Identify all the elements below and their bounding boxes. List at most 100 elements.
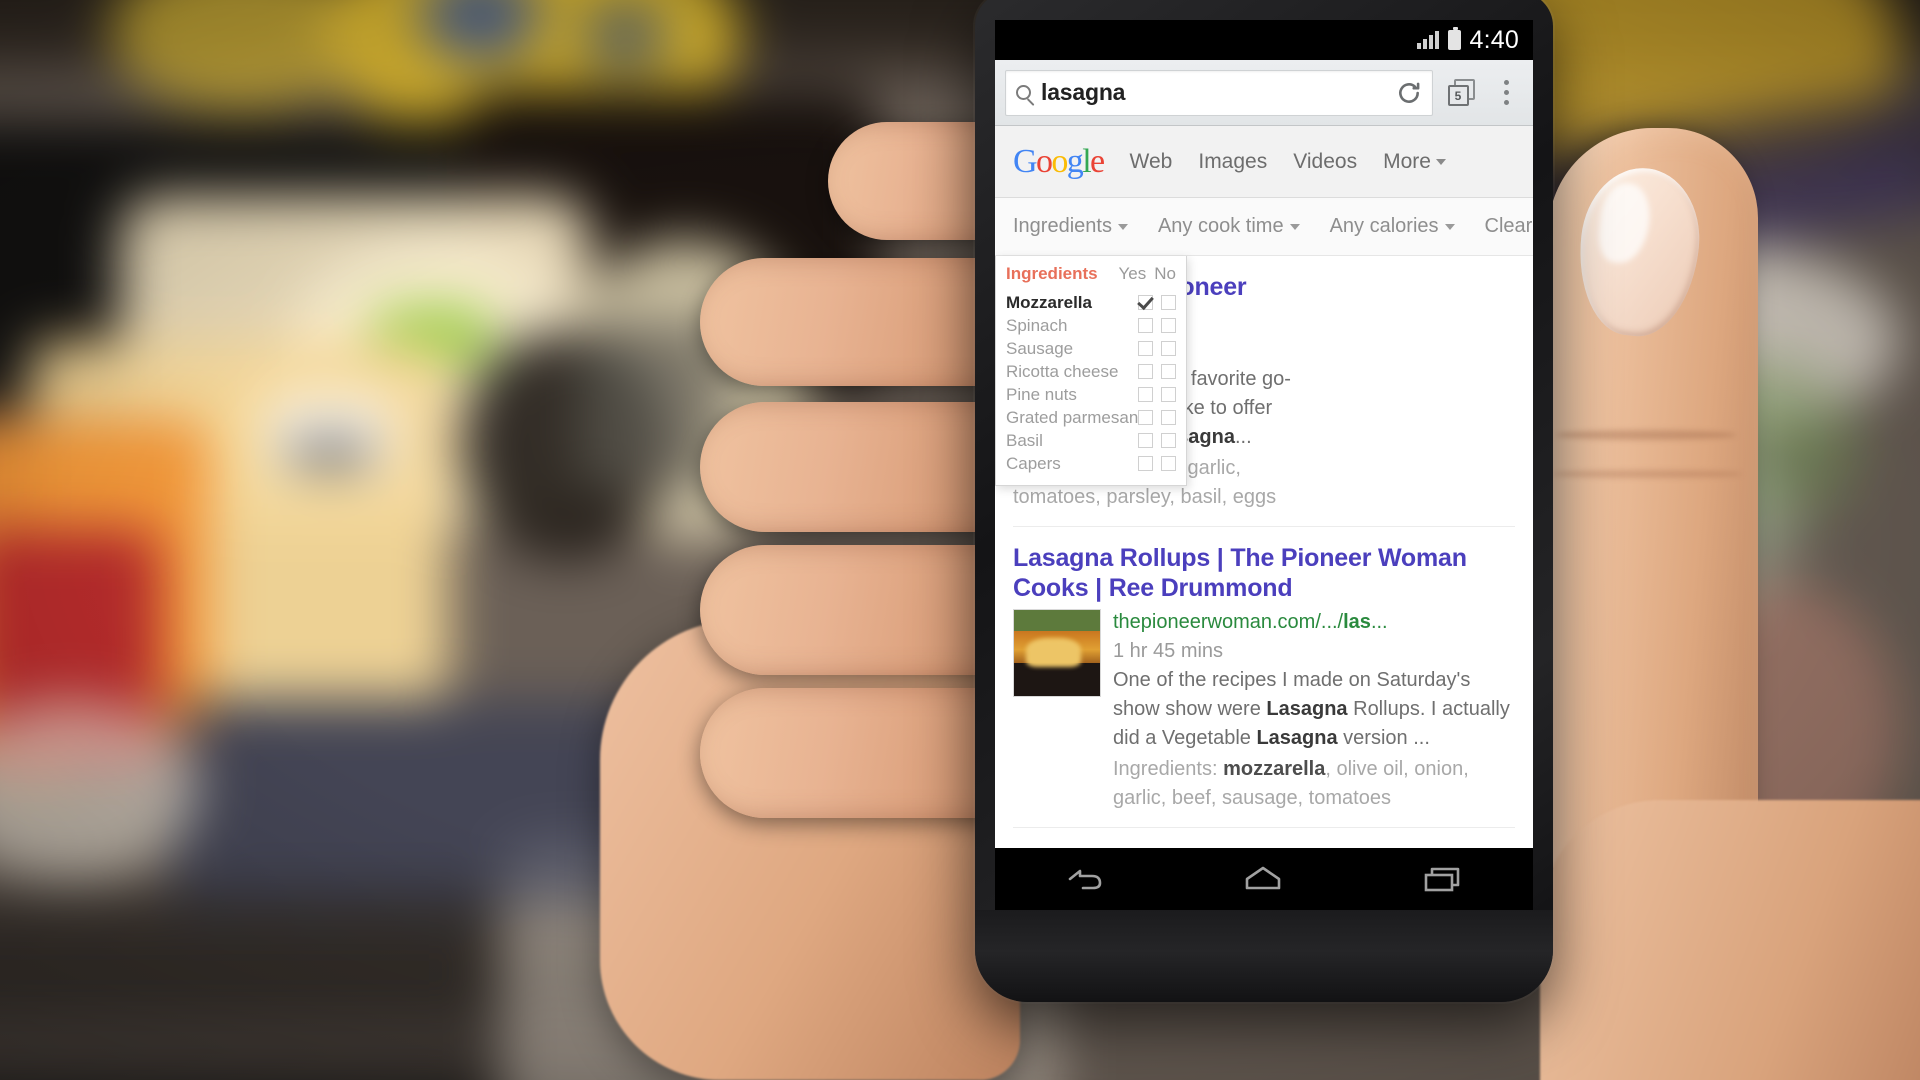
ingredients-dropdown-panel[interactable]: Ingredients Yes No Mozzarella Spinach Sa… — [995, 256, 1187, 486]
bg-blob — [580, 0, 670, 70]
checkbox-yes[interactable] — [1138, 433, 1153, 448]
thumb-crease — [1552, 470, 1742, 478]
checkbox-no[interactable] — [1161, 410, 1177, 425]
search-icon — [1016, 85, 1031, 100]
tab-more[interactable]: More — [1383, 150, 1446, 174]
recent-apps-icon[interactable] — [1420, 862, 1466, 896]
checkbox-no[interactable] — [1161, 456, 1176, 471]
phone-screen: 4:40 lasagna 5 Google Web Images Videos … — [995, 20, 1533, 910]
snippet-text: version ... — [1337, 727, 1430, 749]
ingredient-checkboxes — [1138, 341, 1176, 356]
tab-switcher-button[interactable]: 5 — [1441, 73, 1481, 113]
chevron-down-icon — [1289, 223, 1300, 230]
checkbox-no[interactable] — [1161, 387, 1176, 402]
ingredients-panel-header: Ingredients Yes No — [1006, 264, 1176, 284]
ingredients-text: , olive oil, onion, — [1325, 758, 1469, 780]
search-results-list: Ingredients Yes No Mozzarella Spinach Sa… — [995, 256, 1533, 828]
ingredient-row[interactable]: Spinach — [1006, 314, 1176, 337]
ingredient-row[interactable]: Pine nuts — [1006, 383, 1176, 406]
ingredient-checkboxes — [1138, 456, 1176, 471]
checkbox-yes[interactable] — [1138, 456, 1153, 471]
filter-calories[interactable]: Any calories — [1330, 215, 1455, 238]
ingredient-checkboxes — [1138, 295, 1176, 310]
result-ingredients: Ingredients: mozzarella, olive oil, onio… — [1113, 755, 1515, 813]
filter-calories-label: Any calories — [1329, 215, 1439, 237]
ingredient-row[interactable]: Capers — [1006, 452, 1176, 475]
browser-toolbar: lasagna 5 — [995, 60, 1533, 126]
status-bar-clock: 4:40 — [1469, 25, 1519, 54]
checkbox-yes[interactable] — [1138, 364, 1153, 379]
tab-images[interactable]: Images — [1198, 150, 1267, 174]
result-title[interactable]: Lasagna Rollups | The Pioneer Woman Cook… — [1013, 543, 1515, 603]
home-icon[interactable] — [1240, 862, 1286, 896]
ingredients-text: Ingredients: — [1113, 758, 1224, 780]
tab-count: 5 — [1454, 88, 1462, 103]
result-url-highlight: las — [1343, 611, 1371, 633]
ingredient-row[interactable]: Grated parmesan — [1006, 406, 1177, 429]
ingredient-checkboxes — [1138, 387, 1176, 402]
ingredients-column-headers: Yes No — [1119, 264, 1176, 284]
ingredient-name: Ricotta cheese — [1006, 361, 1119, 381]
reload-icon[interactable] — [1396, 80, 1422, 106]
omnibox[interactable]: lasagna — [1005, 69, 1433, 116]
ingredient-row[interactable]: Basil — [1006, 429, 1176, 452]
ingredient-checkboxes — [1138, 318, 1176, 333]
palm-right — [1540, 800, 1920, 1080]
ingredient-row[interactable]: Sausage — [1006, 337, 1176, 360]
ingredient-row[interactable]: Ricotta cheese — [1006, 360, 1176, 383]
checkbox-yes[interactable] — [1138, 341, 1153, 356]
checkbox-no[interactable] — [1161, 295, 1176, 310]
checkbox-no[interactable] — [1161, 433, 1176, 448]
snippet-highlight: Lasagna — [1256, 727, 1338, 749]
ingredient-name: Basil — [1006, 430, 1043, 450]
smartphone-device: 4:40 lasagna 5 Google Web Images Videos … — [975, 0, 1553, 1002]
checkbox-yes[interactable] — [1138, 318, 1153, 333]
ingredients-highlight: mozzarella — [1223, 758, 1326, 780]
chevron-down-icon — [1444, 223, 1455, 230]
result-url[interactable]: thepioneerwoman.com/.../las... — [1113, 609, 1515, 636]
recipe-filter-bar: Ingredients Any cook time Any calories C… — [995, 198, 1533, 256]
filter-clear[interactable]: Clear — [1485, 215, 1533, 238]
col-yes-label: Yes — [1118, 264, 1147, 283]
col-no-label: No — [1154, 264, 1176, 283]
overflow-menu-icon[interactable] — [1489, 71, 1523, 115]
result-url-text: thepioneerwoman.com/.../ — [1113, 611, 1344, 633]
phone-chin — [975, 910, 1553, 1002]
ingredient-name: Capers — [1006, 453, 1061, 473]
checkbox-no[interactable] — [1161, 341, 1176, 356]
ingredients-line: garlic, beef, sausage, tomatoes — [1113, 787, 1391, 809]
scene: 4:40 lasagna 5 Google Web Images Videos … — [0, 0, 1920, 1080]
back-arrow-icon[interactable] — [1062, 862, 1106, 896]
checkbox-yes[interactable] — [1138, 410, 1154, 425]
checkbox-no[interactable] — [1161, 364, 1176, 379]
ingredient-name: Pine nuts — [1006, 384, 1077, 404]
tabs-icon: 5 — [1447, 79, 1475, 106]
signal-bars-icon — [1416, 31, 1439, 49]
omnibox-value[interactable]: lasagna — [1041, 79, 1386, 106]
battery-full-icon — [1447, 27, 1461, 50]
filter-cook-time[interactable]: Any cook time — [1158, 215, 1300, 238]
tab-more-label: More — [1383, 149, 1431, 173]
recipe-thumbnail[interactable] — [1013, 609, 1101, 697]
search-result-item[interactable]: Lasagna Rollups | The Pioneer Woman Cook… — [1013, 527, 1515, 828]
ingredient-checkboxes — [1138, 364, 1176, 379]
filter-ingredients-label: Ingredients — [1013, 215, 1112, 237]
checkbox-yes[interactable] — [1138, 387, 1153, 402]
checkbox-yes[interactable] — [1138, 295, 1153, 310]
tab-images-label: Images — [1198, 149, 1268, 173]
result-body: thepioneerwoman.com/.../las... 1 hr 45 m… — [1013, 609, 1515, 813]
ingredients-line: Ingredients: mozzarella, olive oil, onio… — [1113, 755, 1515, 784]
tab-web[interactable]: Web — [1130, 150, 1173, 174]
ingredient-name: Grated parmesan — [1006, 407, 1139, 427]
chevron-down-icon — [1117, 223, 1128, 230]
tab-videos[interactable]: Videos — [1293, 150, 1357, 174]
thumb-crease — [1556, 430, 1736, 440]
checkbox-no[interactable] — [1161, 318, 1176, 333]
status-bar: 4:40 — [995, 20, 1533, 60]
google-logo[interactable]: Google — [1013, 143, 1105, 181]
filter-ingredients[interactable]: Ingredients — [1013, 215, 1128, 238]
android-navigation-bar — [995, 848, 1533, 910]
result-snippet: One of the recipes I made on Saturday's … — [1113, 666, 1515, 753]
result-text-column: thepioneerwoman.com/.../las... 1 hr 45 m… — [1113, 609, 1515, 813]
ingredient-row[interactable]: Mozzarella — [1006, 291, 1176, 314]
